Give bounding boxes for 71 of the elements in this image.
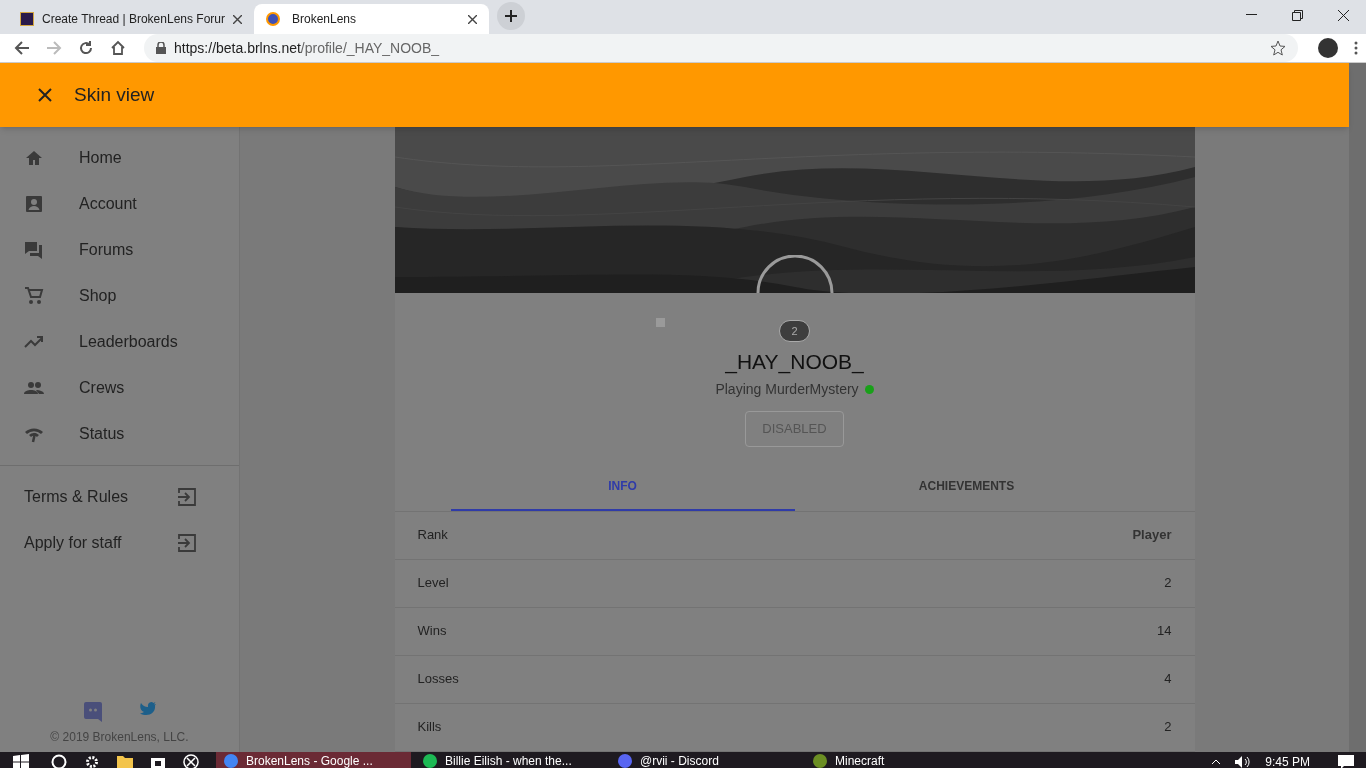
copyright-text: © 2019 BrokenLens, LLC.	[50, 728, 189, 746]
profile-avatar[interactable]	[1318, 38, 1338, 58]
account-icon	[24, 194, 44, 214]
stat-value: Player	[1132, 526, 1172, 545]
app-icon	[618, 753, 632, 768]
sidebar-item[interactable]: Status	[0, 411, 239, 457]
stat-label: Wins	[417, 622, 447, 641]
stat-label: Rank	[417, 526, 448, 545]
taskbar-app[interactable]: BrokenLens - Google ...	[216, 751, 411, 768]
browser-tab[interactable]: BrokenLens	[254, 4, 489, 34]
search-icon[interactable]	[51, 753, 67, 768]
stat-label: Kills	[417, 718, 442, 737]
close-icon[interactable]	[468, 14, 477, 24]
clock-text: 9:45 PM	[1265, 753, 1310, 768]
url-text: https://beta.brlns.net/profile/_HAY_NOOB_	[174, 38, 440, 58]
profile-tab[interactable]: ACHIEVEMENTS	[794, 462, 1139, 511]
plus-icon	[504, 9, 518, 23]
favicon-icon	[266, 12, 280, 26]
exit-to-app-icon	[177, 487, 197, 507]
speaker-icon[interactable]	[1235, 755, 1252, 768]
sidebar-item[interactable]: Home	[0, 135, 239, 181]
app-icon	[813, 753, 827, 768]
taskbar-app[interactable]: Minecraft	[805, 751, 970, 768]
sidebar-item[interactable]: Shop	[0, 273, 239, 319]
reload-icon[interactable]	[78, 40, 94, 56]
close-icon	[1337, 9, 1349, 21]
forum-icon	[24, 240, 44, 260]
star-icon[interactable]	[1270, 40, 1286, 56]
address-bar[interactable]: https://beta.brlns.net/profile/_HAY_NOOB_	[144, 34, 1298, 62]
stat-value: 4	[1164, 670, 1172, 689]
home-icon[interactable]	[110, 40, 126, 56]
menu-icon[interactable]	[1354, 41, 1358, 55]
x-circle-icon[interactable]	[183, 753, 199, 768]
cart-icon	[24, 286, 44, 306]
stat-label: Level	[417, 574, 449, 593]
profile-tab[interactable]: INFO	[450, 462, 795, 511]
sidebar-item[interactable]: Crews	[0, 365, 239, 411]
app-icon	[224, 753, 238, 768]
tab-title: BrokenLens	[292, 11, 358, 28]
sidebar-link[interactable]: Terms & Rules	[0, 474, 239, 520]
header-title: Skin view	[74, 82, 155, 107]
favicon-icon	[20, 12, 34, 26]
back-icon[interactable]	[14, 40, 30, 56]
tab-title: Create Thread | BrokenLens Forur	[42, 11, 225, 28]
sidebar-item[interactable]: Forums	[0, 227, 239, 273]
new-tab-button[interactable]	[497, 2, 525, 30]
home-icon	[24, 148, 44, 168]
close-icon[interactable]	[233, 14, 242, 24]
stat-value: 14	[1157, 622, 1172, 641]
taskbar-app[interactable]: Billie Eilish - when the...	[415, 751, 580, 768]
close-icon[interactable]	[38, 88, 52, 102]
app-icon	[423, 753, 437, 768]
level-badge: 2	[779, 320, 810, 342]
notification-icon[interactable]	[1338, 754, 1354, 768]
sidebar-item[interactable]: Leaderboards	[0, 319, 239, 365]
folder-icon[interactable]	[117, 754, 133, 768]
stat-label: Losses	[417, 670, 459, 689]
restore-icon	[1291, 9, 1303, 21]
status-text: Playing MurderMystery	[715, 379, 859, 399]
lock-icon	[156, 42, 166, 54]
username: _HAY_NOOB_	[725, 349, 864, 376]
scrollbar[interactable]	[1349, 63, 1366, 752]
exit-to-app-icon	[177, 533, 197, 553]
stat-value: 2	[1164, 718, 1172, 737]
taskbar-app[interactable]: @rvii - Discord	[610, 751, 775, 768]
windows-icon[interactable]	[13, 753, 29, 768]
sidebar-link[interactable]: Apply for staff	[0, 520, 239, 566]
sidebar-item[interactable]: Account	[0, 181, 239, 227]
stat-value: 2	[1164, 574, 1172, 593]
minimize-icon	[1245, 14, 1257, 16]
caret-up-icon[interactable]	[1211, 758, 1222, 765]
